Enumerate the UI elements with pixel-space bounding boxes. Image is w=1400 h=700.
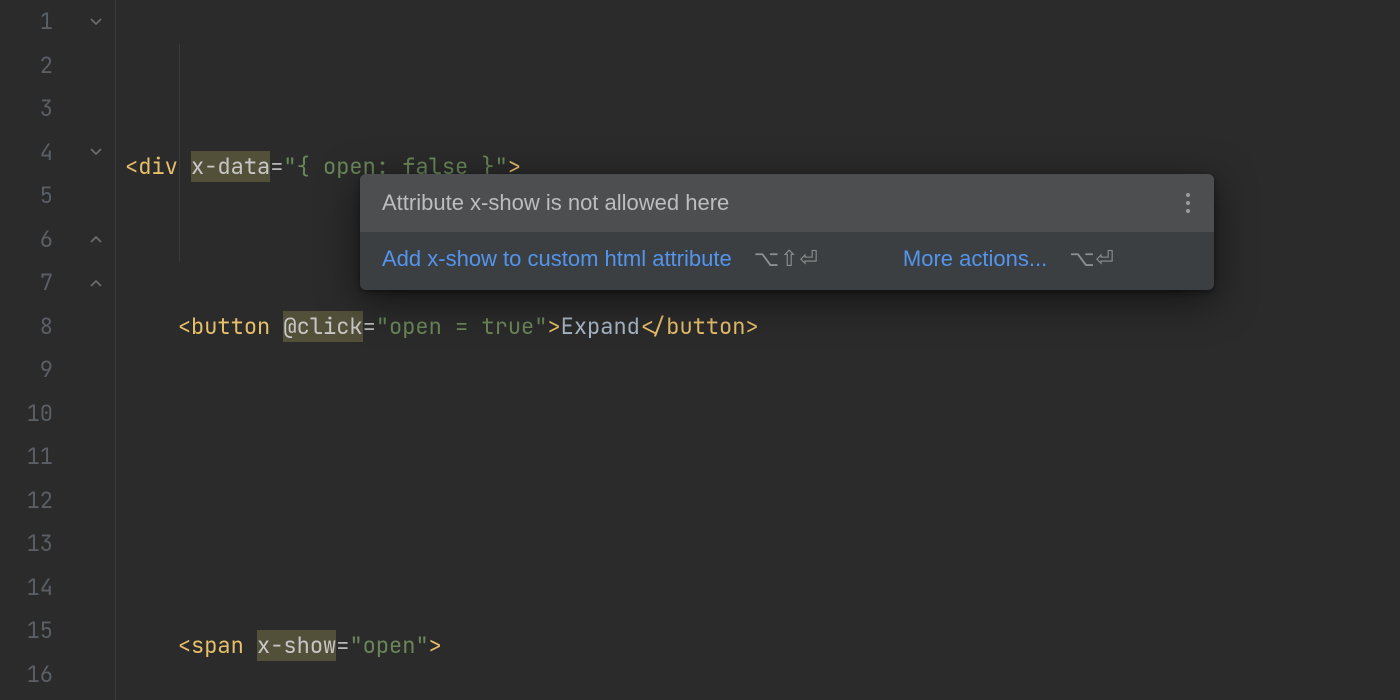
code-line[interactable]: <span x-show="open"> bbox=[125, 624, 1400, 668]
equals-sign: = bbox=[363, 312, 376, 341]
tag-close: </button> bbox=[640, 312, 759, 341]
equals-sign: = bbox=[336, 631, 349, 660]
line-number: 1 bbox=[40, 7, 53, 36]
popup-title: Attribute x-show is not allowed here bbox=[382, 190, 729, 216]
shortcut-label: ⌥⇧⏎ bbox=[754, 246, 819, 272]
line-number: 14 bbox=[27, 573, 53, 602]
indent bbox=[125, 631, 178, 660]
attribute-highlight: x-data bbox=[191, 151, 270, 182]
code-line[interactable]: <button @click="open = true">Expand</but… bbox=[125, 305, 1400, 349]
fold-close-icon[interactable] bbox=[87, 230, 105, 248]
gutter: 1 2 3 4 5 6 7 8 9 10 11 bbox=[0, 0, 105, 700]
line-number: 12 bbox=[27, 486, 53, 515]
attribute-highlight: x-show bbox=[257, 630, 336, 661]
code-area[interactable]: <div x-data="{ open: false }"> <button @… bbox=[105, 0, 1400, 700]
fold-close-icon[interactable] bbox=[87, 274, 105, 292]
tag-close: > bbox=[429, 631, 442, 660]
shortcut-label: ⌥⏎ bbox=[1069, 246, 1115, 272]
equals-sign: = bbox=[270, 152, 283, 181]
attribute-value: "open" bbox=[349, 631, 428, 660]
line-number: 10 bbox=[27, 399, 53, 428]
line-number: 11 bbox=[27, 442, 53, 471]
gutter-line: 15 bbox=[0, 609, 105, 653]
line-number: 13 bbox=[27, 529, 53, 558]
inspection-popup: Attribute x-show is not allowed here Add… bbox=[360, 174, 1214, 290]
line-number: 16 bbox=[27, 660, 53, 689]
gutter-line: 6 bbox=[0, 218, 105, 262]
line-number: 5 bbox=[40, 181, 53, 210]
gutter-line: 9 bbox=[0, 348, 105, 392]
line-number: 6 bbox=[40, 225, 53, 254]
text-content: Expand bbox=[561, 312, 640, 341]
more-actions-link[interactable]: More actions... bbox=[903, 246, 1047, 272]
gutter-line: 11 bbox=[0, 435, 105, 479]
line-number: 9 bbox=[40, 355, 53, 384]
attribute-highlight: @click bbox=[283, 311, 362, 342]
gutter-line: 10 bbox=[0, 392, 105, 436]
tag-open: <span bbox=[178, 631, 244, 660]
code-line[interactable] bbox=[125, 464, 1400, 508]
tag-open: <div bbox=[125, 152, 178, 181]
more-options-icon[interactable] bbox=[1184, 193, 1192, 213]
line-number: 7 bbox=[40, 268, 53, 297]
gutter-line: 12 bbox=[0, 479, 105, 523]
gutter-line: 7 bbox=[0, 261, 105, 305]
gutter-line: 2 bbox=[0, 44, 105, 88]
line-number: 8 bbox=[40, 312, 53, 341]
gutter-line: 8 bbox=[0, 305, 105, 349]
popup-body: Add x-show to custom html attribute ⌥⇧⏎ … bbox=[360, 232, 1214, 290]
indent bbox=[125, 312, 178, 341]
tag-close: > bbox=[547, 312, 560, 341]
gutter-line: 1 bbox=[0, 0, 105, 44]
gutter-line: 14 bbox=[0, 566, 105, 610]
line-number: 15 bbox=[27, 616, 53, 645]
gutter-line: 5 bbox=[0, 174, 105, 218]
quickfix-add-attribute[interactable]: Add x-show to custom html attribute bbox=[382, 246, 732, 272]
fold-open-icon[interactable] bbox=[87, 13, 105, 31]
gutter-line: 16 bbox=[0, 653, 105, 697]
attribute-value: "open = true" bbox=[376, 312, 548, 341]
popup-header: Attribute x-show is not allowed here bbox=[360, 174, 1214, 232]
line-number: 2 bbox=[40, 51, 53, 80]
gutter-line: 3 bbox=[0, 87, 105, 131]
code-editor[interactable]: 1 2 3 4 5 6 7 8 9 10 11 bbox=[0, 0, 1400, 700]
fold-open-icon[interactable] bbox=[87, 143, 105, 161]
indent-guide bbox=[179, 44, 180, 262]
line-number: 4 bbox=[40, 138, 53, 167]
gutter-line: 13 bbox=[0, 522, 105, 566]
gutter-line: 4 bbox=[0, 131, 105, 175]
tag-open: <button bbox=[178, 312, 270, 341]
line-number: 3 bbox=[40, 94, 53, 123]
